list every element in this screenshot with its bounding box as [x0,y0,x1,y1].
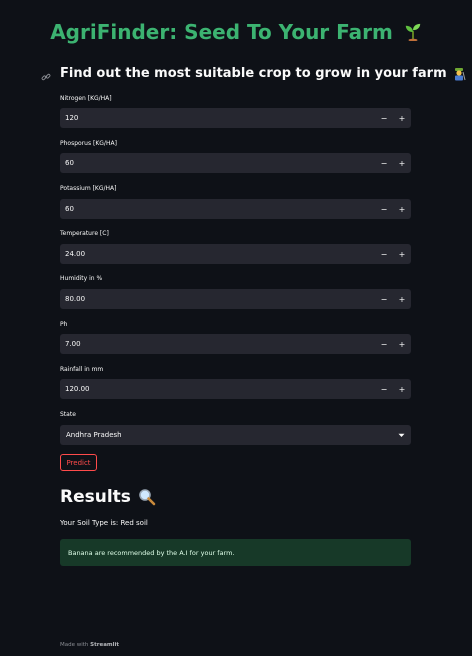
ph-stepper: − + [375,334,411,354]
increment-button[interactable]: + [393,289,411,309]
temperature-label: Temperature [C] [60,230,109,237]
predict-button[interactable]: Predict [60,454,97,471]
decrement-button[interactable]: − [375,153,393,173]
recommendation-alert: Banana are recommended by the A.I for yo… [60,539,411,566]
phosphorus-value: 60 [65,159,74,167]
nitrogen-input[interactable]: 120 − + [60,108,411,128]
potassium-stepper: − + [375,199,411,219]
state-label: State [60,411,76,418]
potassium-input[interactable]: 60 − + [60,199,411,219]
ph-value: 7.00 [65,340,81,348]
potassium-label: Potassium [KG/HA] [60,185,117,192]
decrement-button[interactable]: − [375,334,393,354]
ph-label: Ph [60,321,68,328]
phosphorus-input[interactable]: 60 − + [60,153,411,173]
results-heading-text: Results [60,487,131,507]
phosphorus-label: Phosporus [KG/HA] [60,140,117,147]
state-select[interactable]: Andhra Pradesh [60,425,411,445]
increment-button[interactable]: + [393,334,411,354]
streamlit-link[interactable]: Streamlit [90,642,119,648]
increment-button[interactable]: + [393,379,411,399]
decrement-button[interactable]: − [375,108,393,128]
section-heading-text: Find out the most suitable crop to grow … [60,66,447,81]
page-title: AgriFinder: Seed To Your Farm [0,20,472,44]
farmer-icon [454,67,466,80]
state-selected-value: Andhra Pradesh [66,431,122,439]
temperature-input[interactable]: 24.00 − + [60,244,411,264]
nitrogen-stepper: − + [375,108,411,128]
results-heading: Results [60,487,156,507]
increment-button[interactable]: + [393,153,411,173]
nitrogen-value: 120 [65,114,79,122]
phosphorus-stepper: − + [375,153,411,173]
temperature-value: 24.00 [65,250,86,258]
page-title-text: AgriFinder: Seed To Your Farm [50,20,393,44]
increment-button[interactable]: + [393,244,411,264]
humidity-stepper: − + [375,289,411,309]
seedling-icon [405,23,420,42]
decrement-button[interactable]: − [375,199,393,219]
humidity-input[interactable]: 80.00 − + [60,289,411,309]
link-icon[interactable] [38,69,54,85]
nitrogen-label: Nitrogen [KG/HA] [60,95,112,102]
humidity-label: Humidity in % [60,275,103,282]
soil-type-text: Your Soil Type is: Red soil [60,519,148,527]
ph-input[interactable]: 7.00 − + [60,334,411,354]
footer-prefix: Made with [60,642,89,648]
increment-button[interactable]: + [393,199,411,219]
section-heading: Find out the most suitable crop to grow … [60,66,466,81]
decrement-button[interactable]: − [375,379,393,399]
rainfall-input[interactable]: 120.00 − + [60,379,411,399]
decrement-button[interactable]: − [375,289,393,309]
humidity-value: 80.00 [65,295,86,303]
temperature-stepper: − + [375,244,411,264]
increment-button[interactable]: + [393,108,411,128]
rainfall-label: Rainfall in mm [60,366,104,373]
footer: Made with Streamlit [60,642,119,648]
rainfall-stepper: − + [375,379,411,399]
decrement-button[interactable]: − [375,244,393,264]
recommendation-text: Banana are recommended by the A.I for yo… [68,548,235,557]
chevron-down-icon[interactable] [391,433,411,438]
rainfall-value: 120.00 [65,385,90,393]
potassium-value: 60 [65,205,74,213]
magnifier-icon [139,489,156,506]
